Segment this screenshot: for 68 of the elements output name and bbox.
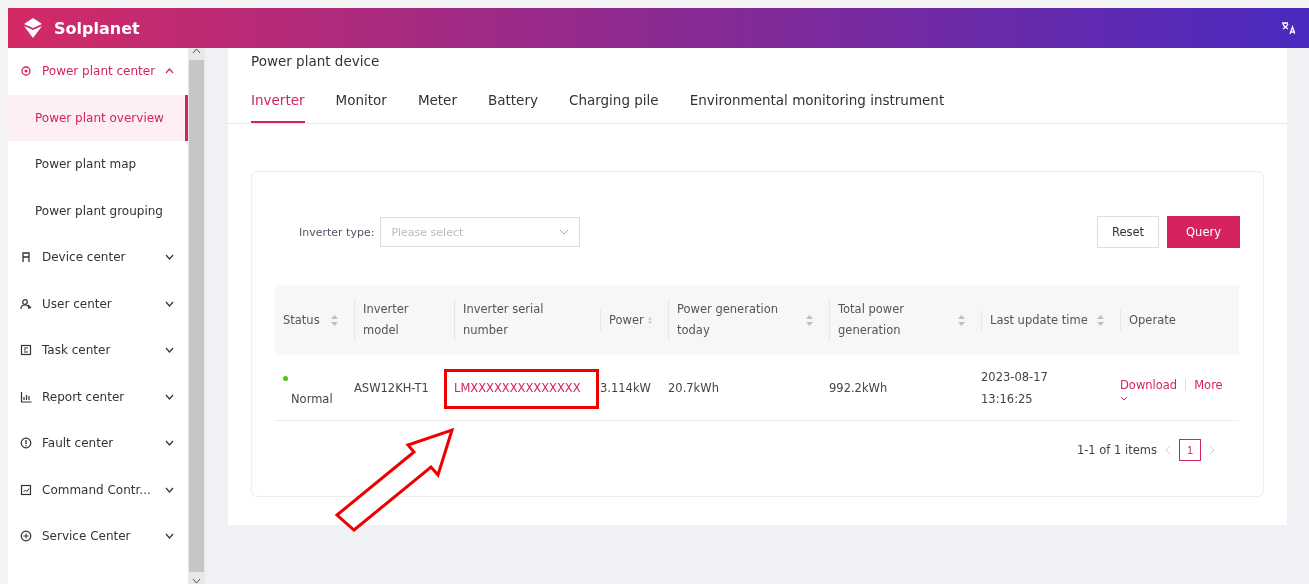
next-icon[interactable] (1209, 445, 1215, 455)
status-text: Normal (291, 391, 333, 406)
tab[interactable]: Battery (488, 83, 538, 123)
page-title: Power plant device (250, 52, 381, 69)
sidebar-item[interactable]: Fault center (8, 420, 188, 467)
table-cell: ASW12KH-T1 (354, 380, 429, 395)
column-header: Inverter serial number (463, 301, 545, 339)
column-header: Status (283, 311, 321, 329)
chevron-icon (165, 486, 174, 493)
chevron-icon (165, 68, 175, 75)
sidebar-item[interactable]: User center (8, 280, 188, 327)
sidebar-item[interactable]: Task center (8, 327, 188, 374)
reset-button[interactable]: Reset (1096, 216, 1160, 248)
tab[interactable]: Charging pile (568, 83, 659, 123)
table-cell-text: 2023-08-17 13:16:25 (981, 368, 1049, 408)
chevron-icon (165, 533, 174, 540)
column-header: Last update time (990, 311, 1089, 329)
query-button[interactable]: Query (1167, 216, 1240, 248)
chevron-icon (165, 300, 174, 307)
column-header: Power generation today (677, 301, 779, 339)
sidebar-item[interactable]: Service Center (8, 513, 188, 560)
sort-icon[interactable] (958, 314, 965, 326)
sort-icon[interactable] (1097, 314, 1104, 326)
action-link[interactable]: Download (1120, 373, 1178, 396)
target-icon (20, 65, 32, 78)
table-cell: 20.7kWh (668, 380, 719, 395)
column-header: Total power generation (838, 301, 906, 339)
users-icon (20, 297, 32, 310)
sidebar-item[interactable]: Command Contr... (8, 466, 188, 513)
table-cell: 992.2kWh (829, 380, 888, 395)
tab[interactable]: Environmental monitoring instrument (689, 83, 945, 123)
prev-icon[interactable] (1165, 445, 1171, 455)
sidebar-subitem[interactable]: Power plant grouping (8, 187, 188, 234)
scrollbar[interactable] (188, 48, 205, 584)
brand-name: Solplanet (54, 18, 141, 38)
chevron-icon (559, 229, 570, 235)
chevron-icon (165, 254, 174, 261)
tab[interactable]: Meter (417, 83, 457, 123)
sidebar-item[interactable]: Power plant center (8, 48, 188, 95)
action-link[interactable]: More (1194, 373, 1223, 396)
sidebar-item[interactable]: Report center (8, 373, 188, 420)
filter-label: Inverter type: (299, 225, 375, 239)
scroll-up-icon[interactable] (192, 48, 201, 54)
chevron-icon[interactable] (1120, 395, 1128, 402)
task-icon (20, 344, 32, 357)
sidebar-subitem[interactable]: Power plant overview (8, 94, 188, 141)
tab[interactable]: Inverter (251, 83, 305, 123)
tab[interactable]: Monitor (335, 83, 387, 123)
translate-icon[interactable] (1281, 21, 1295, 35)
device-icon (20, 251, 32, 264)
column-header: Inverter model (363, 301, 410, 339)
chevron-icon (165, 393, 174, 400)
column-header: Power (609, 311, 644, 329)
table-cell: 3.114kW (600, 380, 651, 395)
serial-link[interactable]: LMXXXXXXXXXXXXXX (454, 380, 581, 395)
column-header: Operate (1129, 311, 1177, 329)
chevron-icon (165, 440, 174, 447)
scroll-down-icon[interactable] (192, 578, 201, 584)
info-icon (20, 437, 32, 450)
sort-icon[interactable] (806, 314, 813, 326)
pagination-summary: 1-1 of 1 items (1076, 443, 1157, 457)
sort-icon[interactable] (331, 314, 338, 326)
chevron-icon (165, 347, 174, 354)
logo-icon (22, 17, 44, 39)
sidebar-subitem[interactable]: Power plant map (8, 141, 188, 188)
sidebar-item[interactable]: Device center (8, 234, 188, 281)
page-button[interactable]: 1 (1179, 439, 1201, 461)
chart-icon (20, 390, 32, 403)
